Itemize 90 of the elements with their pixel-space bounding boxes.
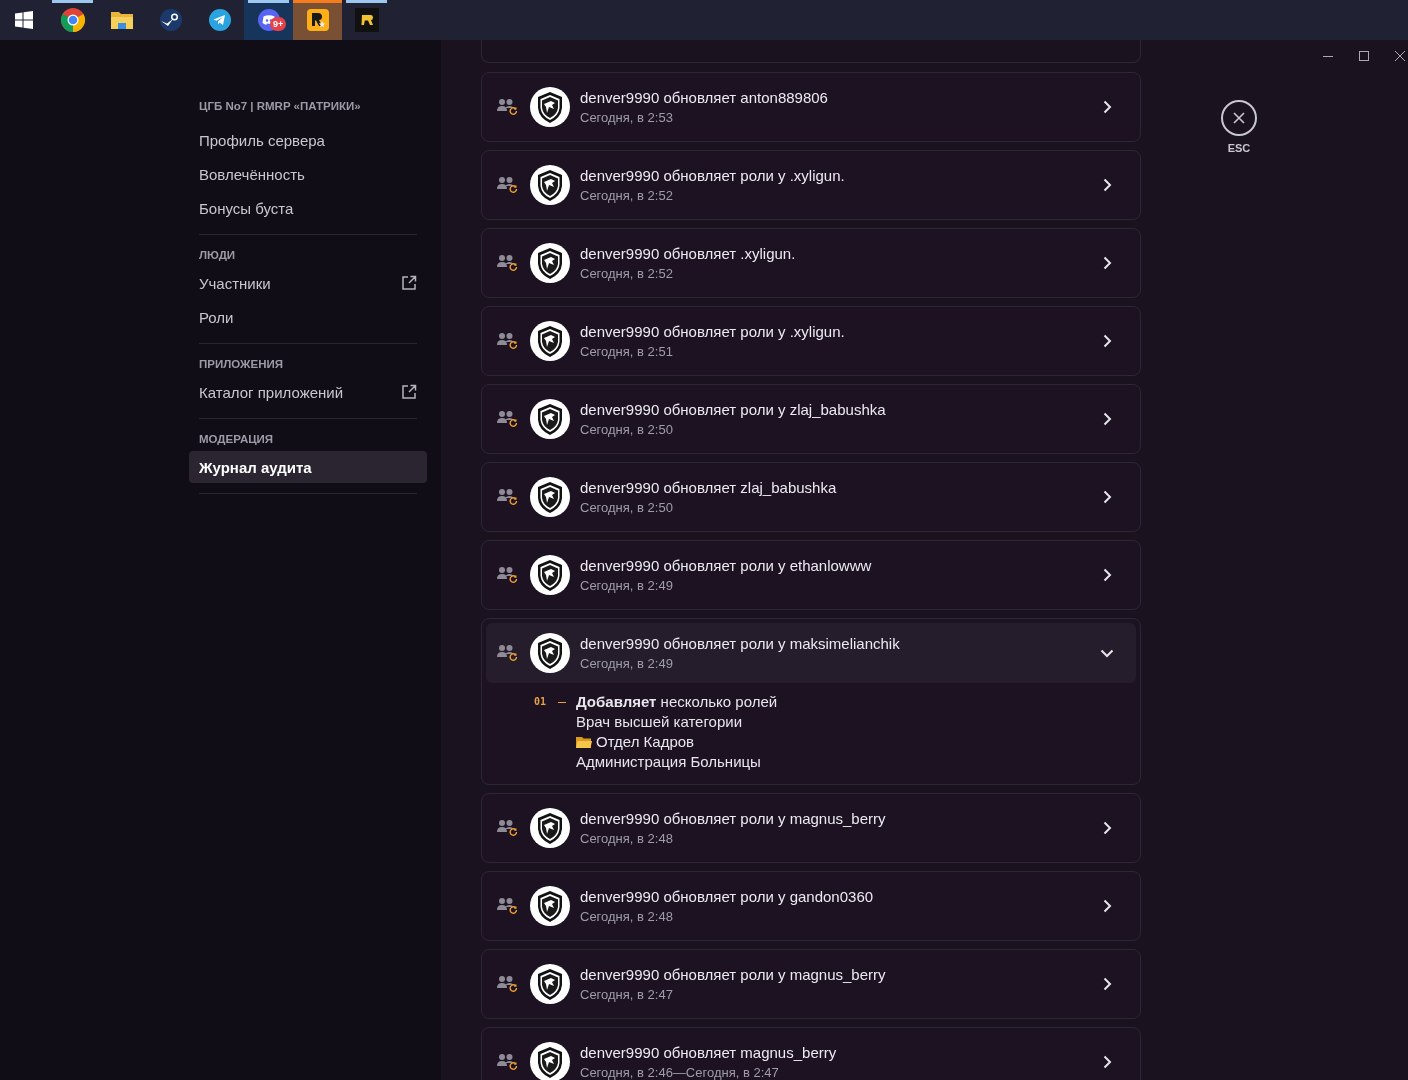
entry-time: Сегодня, в 2:48 (580, 830, 674, 847)
member-update-icon (497, 254, 519, 272)
avatar (530, 555, 570, 595)
paper-plane-icon (207, 8, 232, 32)
role-name: Врач высшей категории (576, 712, 743, 732)
entry-title: denver9990 обновляет роли у gandon0360 (580, 887, 875, 906)
audit-entry-header[interactable]: denver9990 обновляет роли у ethanlowww Сегодня, в 2:49 (482, 541, 1140, 609)
taskbar-button[interactable]: 9+ (244, 0, 293, 40)
entry-time: Сегодня, в 2:50 (580, 421, 674, 438)
entry-time: Сегодня, в 2:48 (580, 908, 674, 925)
section-heading: МОДЕРАЦИЯ (198, 433, 275, 445)
audit-entry-header[interactable]: denver9990 обновляет .xyligun. Сегодня, в 2:52 (482, 229, 1140, 297)
change-number: 01 (534, 695, 548, 709)
member-update-icon (497, 332, 519, 350)
entry-title: denver9990 обновляет роли у .xyligun. (580, 322, 846, 341)
entry-time: Сегодня, в 2:50 (580, 499, 674, 516)
entry-title: denver9990 обновляет роли у ethanlowww (580, 556, 873, 575)
audit-entry-header[interactable]: denver9990 обновляет magnus_berry Сегодня, в 2:46—Сегодня, в 2:47 (482, 1028, 1140, 1080)
member-update-icon (497, 98, 519, 116)
member-update-icon (497, 1053, 519, 1071)
letter-r-icon (354, 8, 379, 32)
member-update-icon (497, 176, 519, 194)
section-heading: ПРИЛОЖЕНИЯ (198, 358, 284, 370)
entry-title: denver9990 обновляет роли у .xyligun. (580, 166, 846, 185)
role-name: Администрация Больницы (576, 752, 761, 772)
maximize-icon[interactable] (1358, 50, 1370, 62)
avatar (530, 321, 570, 361)
windows-icon (15, 11, 33, 29)
entry-time: Сегодня, в 2:47 (580, 986, 674, 1003)
notification-badge: 9+ (270, 17, 287, 31)
entry-title: denver9990 обновляет anton889806 (580, 88, 829, 107)
member-update-icon (497, 488, 519, 506)
entry-time: Сегодня, в 2:49 (580, 577, 674, 594)
entry-time: Сегодня, в 2:53 (580, 109, 674, 126)
entry-title: denver9990 обновляет роли у maksimelianchik (580, 634, 901, 653)
avatar (530, 808, 570, 848)
change-text: Добавляет несколько ролей (576, 692, 778, 712)
member-update-icon (497, 897, 519, 915)
sidebar-item[interactable]: Журнал аудита (189, 451, 427, 483)
audit-entry-header[interactable]: denver9990 обновляет роли у zlaj_babushka Сегодня, в 2:50 (482, 385, 1140, 453)
member-update-icon (497, 410, 519, 428)
taskbar-button[interactable] (293, 0, 342, 40)
entry-time: Сегодня, в 2:46—Сегодня, в 2:47 (580, 1064, 780, 1080)
section-heading: ЛЮДИ (198, 249, 237, 261)
member-update-icon (497, 819, 519, 837)
member-update-icon (497, 644, 519, 662)
audit-entry-header[interactable]: denver9990 обновляет роли у magnus_berry Сегодня, в 2:47 (482, 950, 1140, 1018)
audit-entry-header[interactable]: denver9990 обновляет роли у maksimelianchik Сегодня, в 2:49 (486, 623, 1136, 683)
audit-entry-header[interactable]: denver9990 обновляет anton889806 Сегодня, в 2:53 (482, 73, 1140, 141)
entry-title: denver9990 обновляет роли у magnus_berry (580, 809, 887, 828)
entry-time: Сегодня, в 2:52 (580, 187, 674, 204)
sidebar-item[interactable]: Профиль сервера (189, 124, 427, 156)
avatar (530, 243, 570, 283)
avatar (530, 165, 570, 205)
avatar (530, 633, 570, 673)
sidebar-item[interactable]: Вовлечённость (189, 158, 427, 190)
sidebar-item[interactable]: Участники (189, 267, 427, 299)
close-icon[interactable] (1394, 50, 1406, 62)
member-update-icon (497, 566, 519, 584)
esc-label: ESC (1227, 142, 1251, 154)
chrome-icon (59, 7, 86, 33)
audit-entry-header[interactable]: denver9990 обновляет zlaj_babushka Сегодня, в 2:50 (482, 463, 1140, 531)
audit-entry-header[interactable]: denver9990 обновляет роли у magnus_berry Сегодня, в 2:48 (482, 794, 1140, 862)
folder-icon (109, 9, 134, 31)
avatar (530, 886, 570, 926)
audit-entry-header[interactable]: denver9990 обновляет роли у gandon0360 Сегодня, в 2:48 (482, 872, 1140, 940)
entry-time: Сегодня, в 2:49 (580, 655, 674, 672)
entry-time: Сегодня, в 2:52 (580, 265, 674, 282)
audit-entry-header[interactable]: denver9990 обновляет роли у .xyligun. Сегодня, в 2:52 (482, 151, 1140, 219)
sidebar-item[interactable]: Роли (189, 301, 427, 333)
entry-title: denver9990 обновляет роли у magnus_berry (580, 965, 887, 984)
member-update-icon (497, 975, 519, 993)
role-name: Отдел Кадров (596, 732, 695, 752)
entry-title: denver9990 обновляет роли у zlaj_babushka (580, 400, 887, 419)
sidebar-item[interactable]: Бонусы буста (189, 192, 427, 224)
audit-entry-header[interactable]: denver9990 обновляет роли у .xyligun. Сегодня, в 2:51 (482, 307, 1140, 375)
avatar (530, 87, 570, 127)
sidebar-item[interactable]: Каталог приложений (189, 376, 427, 408)
close-button[interactable] (1221, 100, 1257, 136)
avatar (530, 964, 570, 1004)
close-icon (1232, 111, 1246, 125)
steam-icon (158, 8, 183, 32)
folder-icon (576, 735, 592, 749)
entry-title: denver9990 обновляет zlaj_babushka (580, 478, 838, 497)
server-name: ЦГБ No7 | RMRP «ПАТРИКИ» (198, 100, 362, 114)
entry-time: Сегодня, в 2:51 (580, 343, 674, 360)
entry-title: denver9990 обновляет .xyligun. (580, 244, 797, 263)
avatar (530, 477, 570, 517)
entry-title: denver9990 обновляет magnus_berry (580, 1043, 838, 1062)
avatar (530, 399, 570, 439)
